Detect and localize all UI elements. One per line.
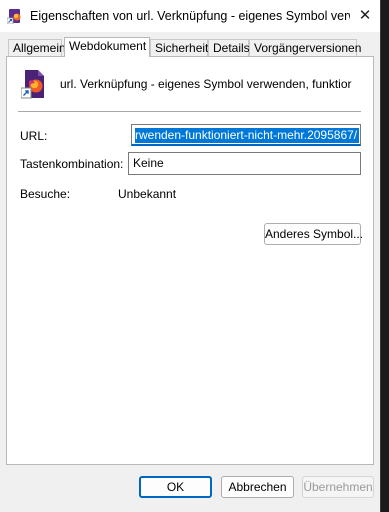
ok-button[interactable]: OK (139, 476, 212, 498)
tab-details[interactable]: Details (208, 39, 250, 56)
apply-button[interactable]: Übernehmen (302, 476, 374, 498)
shortcut-file-icon (7, 9, 21, 24)
change-icon-button[interactable]: Anderes Symbol... (264, 223, 363, 245)
url-label: URL: (20, 129, 48, 143)
properties-dialog: Eigenschaften von url. Verknüpfung - eig… (0, 0, 381, 512)
tab-panel-webdokument (6, 56, 374, 465)
tab-vorgaengerversionen[interactable]: Vorgängerversionen (249, 39, 361, 56)
window-title: Eigenschaften von url. Verknüpfung - eig… (30, 9, 350, 23)
cancel-button[interactable]: Abbrechen (221, 476, 294, 498)
tab-sicherheit[interactable]: Sicherheit (150, 39, 208, 56)
shortcut-icon (21, 70, 44, 99)
separator (18, 111, 361, 112)
url-input[interactable]: rwenden-funktioniert-nicht-mehr.2095867/ (131, 124, 361, 146)
title-bar[interactable]: Eigenschaften von url. Verknüpfung - eig… (0, 0, 380, 32)
visits-value: Unbekannt (118, 187, 177, 201)
shortcut-name: url. Verknüpfung - eigenes Symbol verwen… (60, 77, 352, 91)
tab-allgemein[interactable]: Allgemein (8, 39, 66, 56)
hotkey-input[interactable]: Keine (128, 152, 361, 175)
close-button[interactable]: ✕ (350, 0, 380, 32)
hotkey-label: Tastenkombination: (20, 157, 124, 171)
tab-webdokument[interactable]: Webdokument (64, 37, 150, 57)
url-value-selected: rwenden-funktioniert-nicht-mehr.2095867/ (135, 128, 360, 143)
visits-label: Besuche: (20, 187, 71, 201)
